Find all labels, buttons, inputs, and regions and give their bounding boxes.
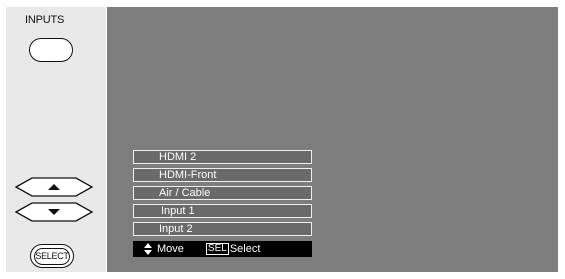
menu-item-input-1[interactable]: Input 1 (133, 204, 312, 218)
up-down-arrows-icon (144, 243, 152, 255)
sel-key-badge: SEL (205, 243, 229, 255)
help-bar: Move SEL Select (133, 241, 312, 257)
menu-item-hdmi-front[interactable]: HDMI-Front (133, 168, 312, 182)
inputs-label: INPUTS (25, 14, 65, 26)
navigation-arrows (14, 177, 94, 222)
menu-item-hdmi-2[interactable]: HDMI 2 (133, 150, 312, 164)
inputs-button[interactable] (29, 38, 73, 62)
select-button-label: SELECT (34, 247, 70, 265)
menu-item-air-cable[interactable]: Air / Cable (133, 186, 312, 200)
select-label: Select (229, 243, 261, 255)
up-button[interactable] (14, 177, 94, 197)
down-button[interactable] (14, 202, 94, 222)
tv-guide-illustration: INPUTS SELECT HDMI 2 HDMI-Front Air / Ca… (0, 0, 565, 279)
menu-item-input-2[interactable]: Input 2 (133, 222, 312, 236)
select-button[interactable]: SELECT (30, 244, 74, 268)
move-label: Move (157, 243, 184, 255)
